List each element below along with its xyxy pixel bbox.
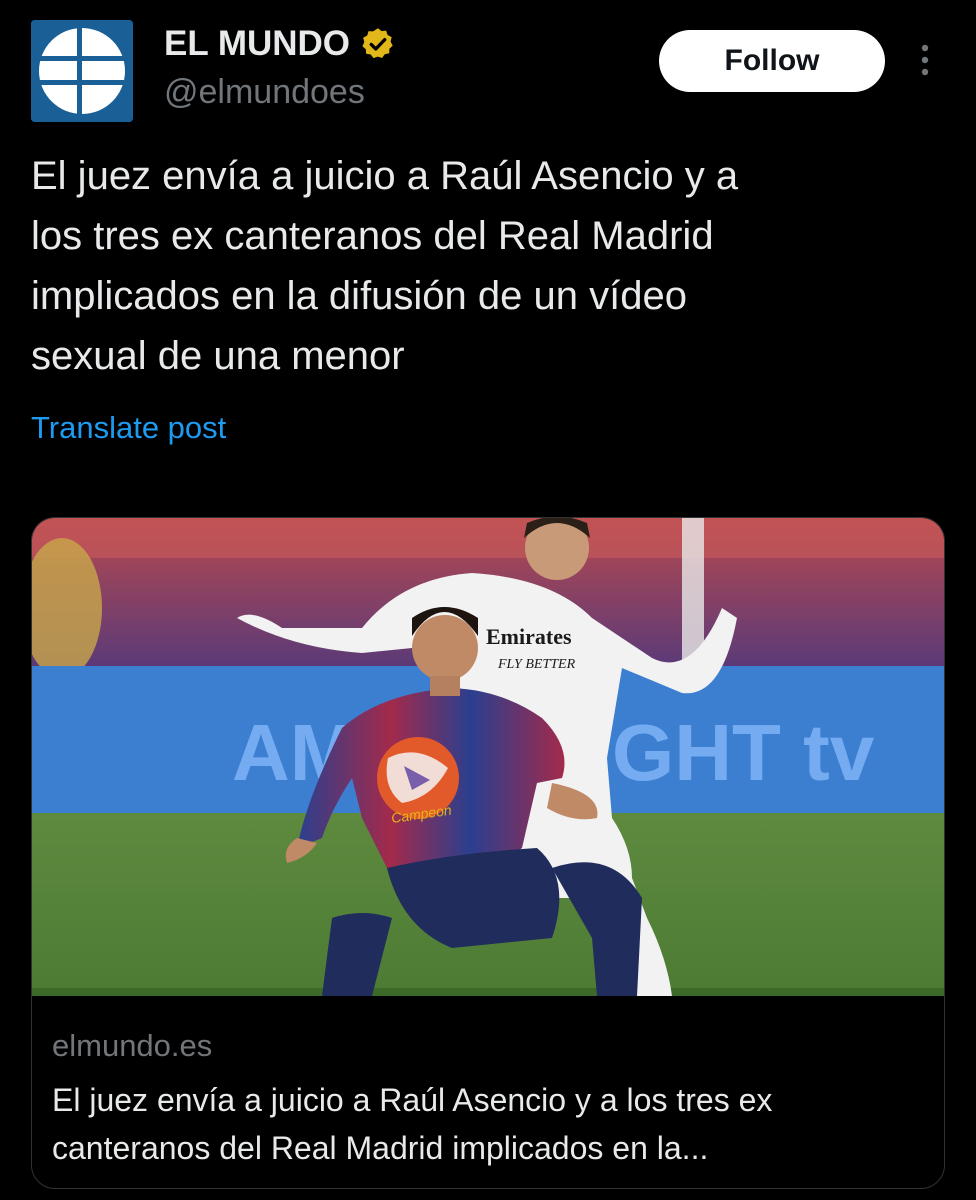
author-handle[interactable]: @elmundoes <box>164 72 365 112</box>
link-card[interactable]: AM GHT tv Emirates FLY BETTER Campeon el… <box>31 517 945 1189</box>
verified-badge-icon <box>360 26 396 62</box>
sponsor-line1: Emirates <box>486 624 572 649</box>
translate-post-link[interactable]: Translate post <box>31 408 226 448</box>
author-name[interactable]: EL MUNDO <box>164 24 350 64</box>
post-text: El juez envía a juicio a Raúl Asencio y … <box>31 154 739 378</box>
sponsor-line2: FLY BETTER <box>497 657 576 672</box>
el-mundo-logo-icon <box>31 20 133 122</box>
post: EL MUNDO @elmundoes Follow El juez envía… <box>0 0 976 1200</box>
card-domain: elmundo.es <box>52 1028 213 1063</box>
avatar[interactable] <box>31 20 133 122</box>
follow-button[interactable]: Follow <box>659 30 885 92</box>
author-name-row[interactable]: EL MUNDO <box>164 24 396 64</box>
more-vertical-icon[interactable] <box>912 40 938 84</box>
football-photo: AM GHT tv Emirates FLY BETTER Campeon <box>32 518 944 996</box>
card-image[interactable]: AM GHT tv Emirates FLY BETTER Campeon <box>32 518 944 996</box>
svg-text:GHT tv: GHT tv <box>612 708 875 797</box>
card-title: El juez envía a juicio a Raúl Asencio y … <box>52 1082 773 1166</box>
